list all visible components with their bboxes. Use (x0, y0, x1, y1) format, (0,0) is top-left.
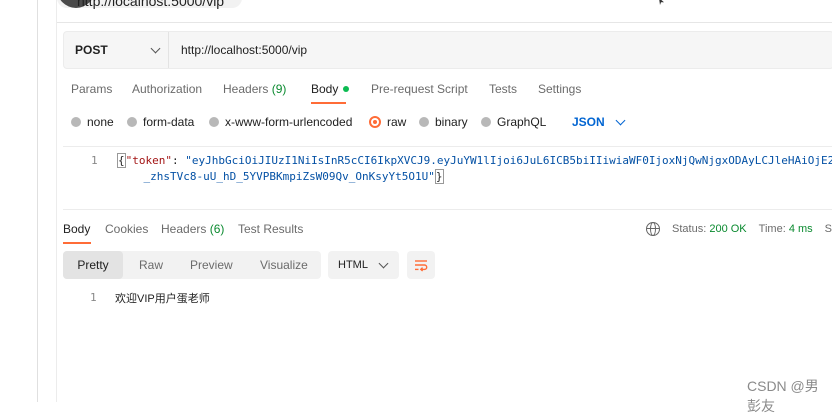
body-format-label: JSON (572, 115, 605, 129)
radio-none-label: none (87, 115, 114, 129)
radio-none-dot (71, 117, 81, 127)
chevron-down-icon (378, 258, 389, 269)
request-panel: http://localhost:5000/vip POST http://lo… (57, 0, 832, 414)
request-tab-url: http://localhost:5000/vip (77, 0, 225, 9)
view-visualize[interactable]: Visualize (260, 251, 308, 279)
size-label: S (824, 223, 832, 235)
response-format-label: HTML (338, 259, 368, 271)
chevron-down-icon (615, 115, 626, 125)
wrap-lines-icon (415, 260, 428, 272)
view-raw[interactable]: Raw (139, 251, 163, 279)
view-preview[interactable]: Preview (190, 251, 233, 279)
code-content: {"token": "eyJhbGciOiJIUzI1NiIsInR5cCI6I… (117, 153, 832, 185)
open-brace: { (117, 153, 126, 168)
radio-graphql-dot (481, 117, 491, 127)
active-response-tab-indicator (63, 242, 91, 244)
response-view-modes: Pretty Raw Preview Visualize (63, 251, 321, 279)
tab-tests[interactable]: Tests (489, 82, 517, 96)
line-number: 1 (91, 154, 98, 167)
tab-response-headers-label: Headers (161, 222, 207, 236)
active-tab-indicator (311, 102, 346, 104)
json-key: "token" (125, 154, 172, 167)
status-value[interactable]: 200 OK (709, 223, 746, 235)
body-indicator-dot (343, 86, 350, 92)
response-headers-count-badge: (6) (209, 222, 225, 236)
tab-response-body[interactable]: Body (63, 222, 90, 236)
response-tabs: Body Cookies Headers (6) Test Results St… (63, 221, 832, 244)
watermark: CSDN @男彭友 (747, 378, 819, 414)
time-label: Time: (758, 223, 786, 235)
radio-graphql-label: GraphQL (497, 115, 547, 129)
radio-x-www-form-urlencoded[interactable]: x-www-form-urlencoded (209, 115, 352, 129)
radio-binary-label: binary (435, 115, 468, 129)
radio-binary[interactable]: binary (419, 115, 468, 129)
globe-icon[interactable] (646, 222, 661, 236)
radio-raw-label: raw (387, 115, 407, 129)
radio-graphql[interactable]: GraphQL (481, 115, 546, 129)
tab-body[interactable]: Body (311, 82, 350, 96)
radio-raw[interactable]: raw (369, 115, 406, 129)
radio-urlencoded-label: x-www-form-urlencoded (225, 115, 353, 129)
radio-urlencoded-dot (209, 117, 219, 127)
tab-pre-request-script[interactable]: Pre-request Script (371, 82, 468, 96)
radio-form-data-label: form-data (143, 115, 195, 129)
status-label: Status: (672, 223, 707, 235)
time-value[interactable]: 4 ms (789, 223, 813, 235)
method-select[interactable]: POST (64, 32, 169, 68)
request-tab-bar: http://localhost:5000/vip (57, 0, 832, 23)
tab-settings[interactable]: Settings (538, 82, 581, 96)
tab-response-headers[interactable]: Headers (6) (161, 222, 224, 236)
response-line-number: 1 (90, 291, 97, 304)
json-value-line1: "eyJhbGciOiJIUzI1NiIsInR5cCI6IkpXVCJ9.ey… (185, 154, 832, 167)
mouse-cursor-icon (659, 0, 664, 5)
url-bar: POST http://localhost:5000/vip (63, 31, 832, 69)
chevron-down-icon (150, 43, 161, 54)
tab-authorization[interactable]: Authorization (132, 82, 202, 96)
wrap-lines-button[interactable] (407, 251, 435, 279)
tab-headers[interactable]: Headers (9) (223, 82, 286, 96)
body-format-select[interactable]: JSON (572, 115, 626, 129)
close-brace: } (434, 169, 444, 184)
method-label: POST (75, 43, 108, 57)
radio-form-data-dot (127, 117, 137, 127)
response-body-text: 欢迎VIP用户蛋老师 (115, 293, 210, 305)
left-window-edge (0, 0, 38, 402)
view-pretty[interactable]: Pretty (63, 251, 123, 279)
request-body-editor[interactable]: 1 {"token": "eyJhbGciOiJIUzI1NiIsInR5cCI… (63, 146, 832, 210)
url-input[interactable]: http://localhost:5000/vip (181, 43, 307, 57)
tab-body-label: Body (311, 82, 339, 96)
json-value-line2: _zhsTVc8-uU_hD_5YVPBKmpiZsW09Qv_OnKsyYt5… (143, 170, 435, 183)
response-status: Status: 200 OK Time: 4 ms S (646, 222, 832, 236)
radio-form-data[interactable]: form-data (127, 115, 194, 129)
tab-test-results[interactable]: Test Results (238, 222, 303, 236)
headers-count-badge: (9) (271, 82, 287, 96)
radio-raw-dot (369, 116, 381, 128)
radio-binary-dot (419, 117, 429, 127)
tab-cookies[interactable]: Cookies (105, 222, 148, 236)
sidebar-edge (38, 0, 57, 402)
tab-params[interactable]: Params (71, 82, 112, 96)
response-format-select[interactable]: HTML (328, 251, 399, 279)
radio-none[interactable]: none (71, 115, 114, 129)
json-separator: : (171, 154, 186, 167)
tab-headers-label: Headers (223, 82, 269, 96)
